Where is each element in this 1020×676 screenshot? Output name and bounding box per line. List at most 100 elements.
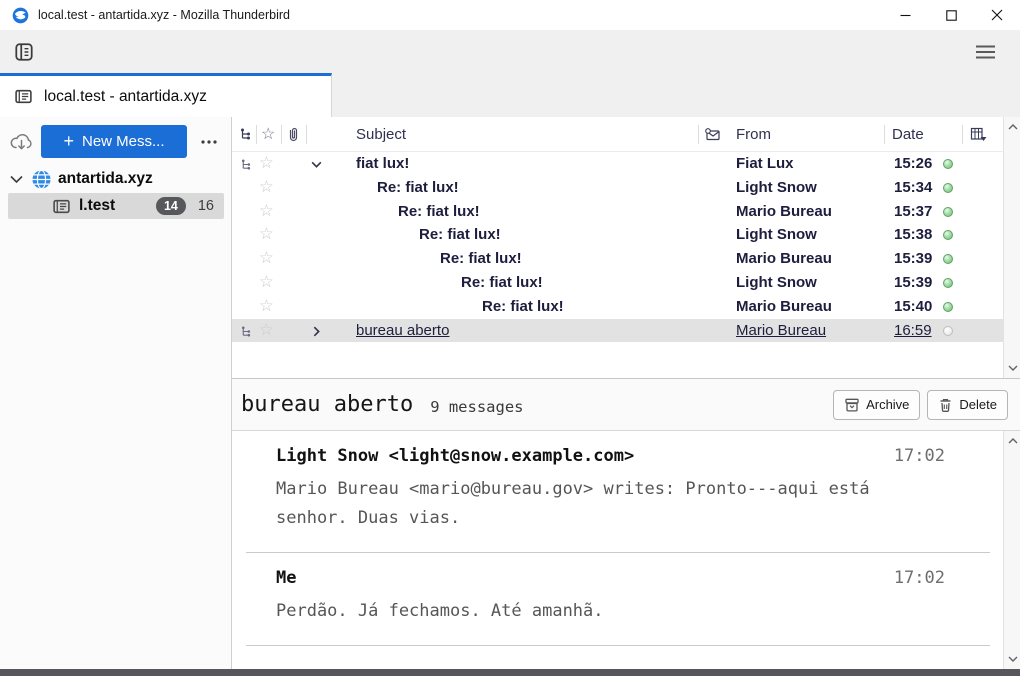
date-column-header[interactable]: Date: [892, 117, 924, 151]
folder-pane: + New Mess... antartida.xyz l.test 14 16: [0, 117, 232, 669]
thread-message-count: 9 messages: [430, 398, 523, 416]
thread-row[interactable]: ☆ Re: fiat lux! Mario Bureau 15:37: [232, 200, 1003, 224]
window-bottom-edge: [0, 669, 1020, 676]
star-icon[interactable]: ☆: [259, 295, 274, 319]
column-separator: [256, 125, 257, 144]
folder-pane-toolbar: + New Mess...: [0, 117, 231, 164]
message-list-scrollbar[interactable]: [1003, 431, 1020, 669]
subject-cell: Re: fiat lux!: [482, 295, 564, 319]
date-cell: 15:39: [894, 271, 932, 295]
thread-row-selected[interactable]: ☆ bureau aberto Mario Bureau 16:59: [232, 319, 1003, 343]
archive-icon: [844, 397, 860, 413]
thread-title: bureau aberto: [241, 392, 413, 417]
unread-dot-icon: [943, 230, 953, 240]
message-item[interactable]: Me 17:02 Perdão. Já fechamos. Até amanhã…: [232, 568, 1003, 626]
date-cell: 15:40: [894, 295, 932, 319]
minimize-button[interactable]: [882, 0, 928, 30]
thread-row[interactable]: ☆ Re: fiat lux! Light Snow 15:34: [232, 176, 1003, 200]
scroll-down-icon[interactable]: [1006, 361, 1019, 375]
thread-list-header: ☆ Subject From Date: [232, 117, 1003, 152]
star-icon[interactable]: ☆: [259, 152, 274, 176]
subject-cell: bureau aberto: [356, 319, 449, 343]
thread-row[interactable]: ☆ fiat lux! Fiat Lux 15:26: [232, 152, 1003, 176]
maximize-button[interactable]: [928, 0, 974, 30]
message-sender: Me: [276, 568, 894, 588]
twisty-collapsed-icon[interactable]: [310, 325, 323, 338]
tab-label: local.test - antartida.xyz: [44, 88, 207, 106]
thread-tree-icon: [240, 158, 253, 171]
subject-cell: Re: fiat lux!: [398, 200, 480, 224]
message-sender: Light Snow <light@snow.example.com>: [276, 446, 894, 466]
app-menu-button[interactable]: [968, 37, 1002, 67]
star-column-button[interactable]: ☆: [261, 117, 275, 151]
column-separator: [884, 125, 885, 144]
thread-row[interactable]: ☆ Re: fiat lux! Mario Bureau 15:39: [232, 247, 1003, 271]
unified-toolbar: [0, 30, 1020, 73]
thread-column-button[interactable]: [239, 117, 253, 151]
thread-tree-icon: [239, 127, 253, 141]
trash-icon: [938, 397, 953, 413]
thunderbird-logo-icon: [12, 7, 29, 24]
subject-column-header[interactable]: Subject: [356, 117, 406, 151]
unread-dot-icon: [943, 159, 953, 169]
column-picker-button[interactable]: [970, 117, 987, 151]
from-cell: Mario Bureau: [736, 295, 832, 319]
star-icon[interactable]: ☆: [259, 223, 274, 247]
thread-row[interactable]: ☆ Re: fiat lux! Light Snow 15:39: [232, 271, 1003, 295]
star-icon[interactable]: ☆: [259, 271, 274, 295]
folder-row-ltest[interactable]: l.test 14 16: [8, 193, 224, 219]
scroll-up-icon[interactable]: [1006, 120, 1019, 134]
from-cell: Light Snow: [736, 223, 817, 247]
chevron-down-icon[interactable]: [10, 175, 23, 184]
date-cell: 15:37: [894, 200, 932, 224]
spaces-toolbar-button[interactable]: [9, 37, 39, 67]
subject-cell: Re: fiat lux!: [461, 271, 543, 295]
window-title: local.test - antartida.xyz - Mozilla Thu…: [38, 8, 882, 22]
minimize-icon: [900, 10, 911, 21]
unread-dot-icon: [943, 254, 953, 264]
scroll-up-icon[interactable]: [1006, 434, 1019, 448]
delete-label: Delete: [959, 397, 997, 412]
tab-local-test[interactable]: local.test - antartida.xyz: [0, 73, 332, 117]
twisty-expanded-icon[interactable]: [310, 158, 323, 171]
more-options-button[interactable]: [195, 128, 223, 156]
unread-dot-icon: [943, 278, 953, 288]
from-cell: Light Snow: [736, 271, 817, 295]
date-cell: 15:38: [894, 223, 932, 247]
from-column-header[interactable]: From: [736, 117, 771, 151]
date-cell: 15:26: [894, 152, 932, 176]
thread-tree-icon: [240, 325, 253, 338]
message-body: Mario Bureau <mario@bureau.gov> writes: …: [276, 475, 945, 533]
thread-list-scrollbar[interactable]: [1003, 117, 1020, 378]
subject-cell: fiat lux!: [356, 152, 409, 176]
new-message-button[interactable]: + New Mess...: [41, 125, 187, 158]
column-separator: [306, 125, 307, 144]
archive-button[interactable]: Archive: [833, 390, 920, 420]
cloud-download-icon: [9, 131, 34, 152]
get-messages-button[interactable]: [6, 127, 36, 157]
star-icon[interactable]: ☆: [259, 176, 274, 200]
unread-dot-icon: [943, 302, 953, 312]
message-list: Light Snow <light@snow.example.com> 17:0…: [232, 431, 1003, 669]
message-item[interactable]: Light Snow <light@snow.example.com> 17:0…: [232, 446, 1003, 533]
thread-row[interactable]: ☆ Re: fiat lux! Light Snow 15:38: [232, 223, 1003, 247]
column-separator: [281, 125, 282, 144]
scroll-down-icon[interactable]: [1006, 652, 1019, 666]
attachment-column-button[interactable]: [287, 117, 300, 151]
new-message-label: New Mess...: [82, 133, 165, 150]
account-row-antartida[interactable]: antartida.xyz: [0, 166, 231, 192]
star-icon[interactable]: ☆: [259, 247, 274, 271]
star-icon[interactable]: ☆: [259, 200, 274, 224]
message-status-column-button[interactable]: [704, 117, 721, 151]
close-button[interactable]: [974, 0, 1020, 30]
message-body: Perdão. Já fechamos. Até amanhã.: [276, 597, 945, 626]
subject-cell: Re: fiat lux!: [419, 223, 501, 247]
close-icon: [991, 9, 1003, 21]
delete-button[interactable]: Delete: [927, 390, 1008, 420]
star-icon[interactable]: ☆: [259, 319, 274, 343]
thread-row[interactable]: ☆ Re: fiat lux! Mario Bureau 15:40: [232, 295, 1003, 319]
hamburger-icon: [976, 45, 995, 59]
total-count: 16: [198, 198, 214, 214]
message-actions: Archive Delete: [833, 390, 1008, 420]
subject-cell: Re: fiat lux!: [440, 247, 522, 271]
